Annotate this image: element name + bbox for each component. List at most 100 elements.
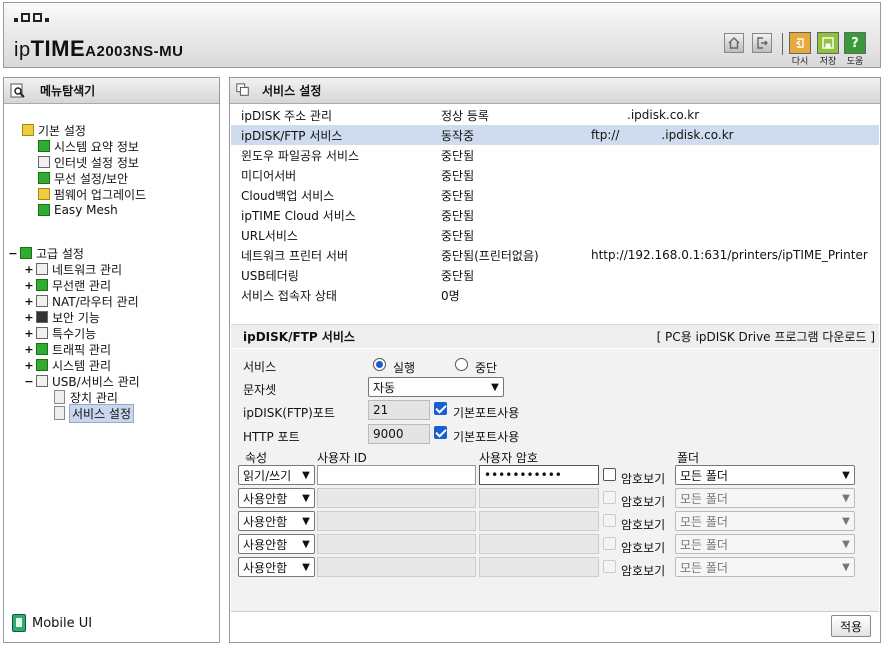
apply-button[interactable]: 적용 (831, 615, 871, 637)
table-row[interactable]: Cloud백업 서비스 중단됨 (231, 185, 879, 205)
tree-basic-settings[interactable]: 기본 설정 (22, 122, 86, 138)
tree-advanced-settings[interactable]: − 고급 설정 (8, 245, 84, 261)
download-ipdisk-link[interactable]: [ PC용 ipDISK Drive 프로그램 다운로드 ] (657, 328, 875, 345)
run-radio[interactable] (373, 358, 386, 371)
ftp-port-input[interactable]: 21 (368, 400, 430, 420)
account-attr-select[interactable]: 사용안함 ▼ (238, 511, 315, 531)
tree-item-special[interactable]: + 특수기능 (24, 325, 96, 341)
tree-item-device-mgmt[interactable]: 장치 관리 (54, 389, 118, 405)
show-password-checkbox[interactable] (603, 514, 616, 527)
default-http-port-checkbox[interactable] (434, 426, 447, 439)
stop-radio[interactable] (455, 358, 468, 371)
expand-toggle-icon[interactable]: + (24, 327, 34, 340)
expand-toggle-icon[interactable]: + (24, 263, 34, 276)
account-user-input[interactable] (317, 465, 476, 485)
tree-item-system-summary[interactable]: 시스템 요약 정보 (38, 138, 139, 154)
chevron-down-icon: ▼ (302, 561, 310, 573)
expand-toggle-icon[interactable]: + (24, 279, 34, 292)
tree-label: 기본 설정 (38, 123, 86, 138)
account-folder-select[interactable]: 모든 폴더 ▼ (675, 465, 855, 485)
mesh-icon (38, 204, 50, 216)
logout-button[interactable] (752, 33, 772, 53)
account-user-input[interactable] (317, 557, 476, 577)
account-user-input[interactable] (317, 534, 476, 554)
special-icon (36, 327, 48, 339)
show-password-checkbox[interactable] (603, 537, 616, 550)
expand-toggle-icon[interactable]: + (24, 311, 34, 324)
network-icon (36, 263, 48, 275)
tree-item-system-mgmt[interactable]: + 시스템 관리 (24, 357, 111, 373)
account-attr-select[interactable]: 사용안함 ▼ (238, 557, 315, 577)
http-port-input[interactable]: 9000 (368, 424, 430, 444)
tree-label-selected: 서비스 설정 (68, 403, 135, 423)
section-title: ipDISK/FTP 서비스 (243, 330, 355, 344)
account-password-input[interactable] (479, 488, 599, 508)
account-password-input[interactable]: ••••••••••• (479, 465, 599, 485)
tree-item-service-settings[interactable]: 서비스 설정 (54, 403, 135, 423)
expand-toggle-icon[interactable]: + (24, 295, 34, 308)
save-button[interactable] (817, 32, 839, 54)
account-user-input[interactable] (317, 511, 476, 531)
tree-item-network-mgmt[interactable]: + 네트워크 관리 (24, 261, 122, 277)
mobile-ui-link[interactable]: Mobile UI (12, 614, 92, 632)
table-row[interactable]: USB테더링 중단됨 (231, 265, 879, 285)
tree-item-security[interactable]: + 보안 기능 (24, 309, 100, 325)
tree-label: 트래픽 관리 (52, 342, 112, 357)
chevron-down-icon: ▼ (842, 538, 850, 550)
account-password-input[interactable] (479, 534, 599, 554)
show-password-checkbox[interactable] (603, 491, 616, 504)
tree-item-firmware-upgrade[interactable]: 펌웨어 업그레이드 (38, 186, 146, 202)
account-attr-select[interactable]: 사용안함 ▼ (238, 488, 315, 508)
chevron-down-icon: ▼ (302, 538, 310, 550)
tree-item-wireless-security[interactable]: 무선 설정/보안 (38, 170, 128, 186)
ftp-settings-form: 서비스 실행 중단 문자셋 자동 ▼ ipDISK(FTP)포트 21 기본포트사… (231, 349, 879, 611)
default-http-port-label: 기본포트사용 (453, 430, 520, 444)
account-folder-select[interactable]: 모든 폴더 ▼ (675, 534, 855, 554)
section-header: ipDISK/FTP 서비스 [ PC용 ipDISK Drive 프로그램 다… (231, 324, 879, 348)
table-row[interactable]: 윈도우 파일공유 서비스 중단됨 (231, 145, 879, 165)
tree-item-nat-router[interactable]: + NAT/라우터 관리 (24, 293, 139, 309)
show-password-checkbox[interactable] (603, 468, 616, 481)
wireless-icon (38, 172, 50, 184)
col-folder-header: 폴더 (677, 451, 700, 465)
account-password-input[interactable] (479, 557, 599, 577)
tree-label: 무선랜 관리 (52, 278, 112, 293)
account-attr-select[interactable]: 사용안함 ▼ (238, 534, 315, 554)
collapse-toggle-icon[interactable]: − (24, 375, 34, 388)
table-row[interactable]: URL서비스 중단됨 (231, 225, 879, 245)
ftp-port-label: ipDISK(FTP)포트 (243, 406, 335, 420)
table-row[interactable]: 서비스 접속자 상태 0명 (231, 285, 879, 305)
tree-item-wlan-mgmt[interactable]: + 무선랜 관리 (24, 277, 111, 293)
home-button[interactable] (724, 33, 744, 53)
show-password-label: 암호보기 (621, 541, 666, 555)
account-attr-select[interactable]: 읽기/쓰기 ▼ (238, 465, 315, 485)
tree-item-usb-service[interactable]: − USB/서비스 관리 (24, 373, 139, 389)
folder-icon (20, 247, 32, 259)
chevron-down-icon: ▼ (302, 515, 310, 527)
col-attr-header: 속성 (245, 451, 268, 465)
table-row[interactable]: 네트워크 프린터 서버 중단됨(프린터없음) http://192.168.0.1:… (231, 245, 879, 265)
table-row[interactable]: ipTIME Cloud 서비스 중단됨 (231, 205, 879, 225)
show-password-checkbox[interactable] (603, 560, 616, 573)
tree-item-internet-settings[interactable]: 인터넷 설정 정보 (38, 154, 139, 170)
table-row-selected[interactable]: ipDISK/FTP 서비스 동작중 ftp:// .ipdisk.co.kr (231, 125, 879, 145)
charset-select[interactable]: 자동 ▼ (368, 377, 504, 397)
collapse-toggle-icon[interactable]: − (8, 247, 18, 260)
tree-label: NAT/라우터 관리 (52, 294, 139, 309)
table-row[interactable]: 미디어서버 중단됨 (231, 165, 879, 185)
account-user-input[interactable] (317, 488, 476, 508)
expand-toggle-icon[interactable]: + (24, 343, 34, 356)
expand-toggle-icon[interactable]: + (24, 359, 34, 372)
tree-item-traffic[interactable]: + 트래픽 관리 (24, 341, 111, 357)
tree-label: 시스템 요약 정보 (54, 139, 139, 154)
default-ftp-port-checkbox[interactable] (434, 402, 447, 415)
restart-button[interactable] (789, 32, 811, 54)
chevron-down-icon: ▼ (302, 469, 310, 481)
account-folder-select[interactable]: 모든 폴더 ▼ (675, 557, 855, 577)
account-folder-select[interactable]: 모든 폴더 ▼ (675, 488, 855, 508)
account-password-input[interactable] (479, 511, 599, 531)
help-button[interactable]: ? (844, 32, 866, 54)
account-folder-select[interactable]: 모든 폴더 ▼ (675, 511, 855, 531)
service-settings-header: 서비스 설정 (230, 78, 880, 104)
tree-item-easy-mesh[interactable]: Easy Mesh (38, 202, 118, 218)
